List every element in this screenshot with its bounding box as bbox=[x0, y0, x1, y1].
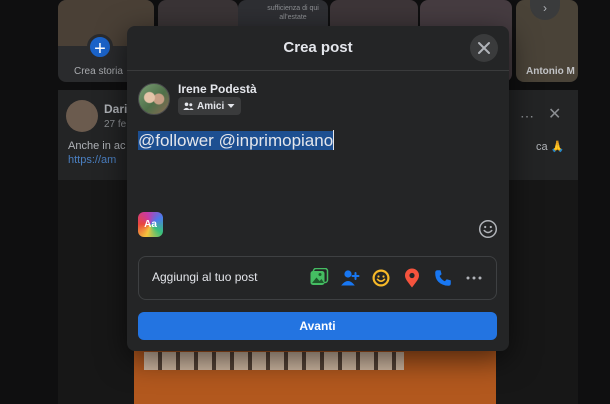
audience-selector[interactable]: Amici bbox=[178, 97, 242, 115]
tag-people-icon[interactable] bbox=[340, 267, 360, 289]
post-date[interactable]: 27 fe bbox=[104, 119, 126, 130]
photo-video-icon[interactable] bbox=[309, 267, 329, 289]
post-text: Anche in ac bbox=[68, 140, 126, 152]
create-story-label: Crea storia bbox=[74, 66, 123, 77]
chevron-right-icon[interactable]: › bbox=[530, 0, 560, 20]
close-button[interactable] bbox=[470, 34, 498, 62]
background-picker-button[interactable]: Aa bbox=[138, 212, 163, 237]
plus-icon[interactable]: + bbox=[87, 34, 113, 60]
add-to-post-icons bbox=[309, 267, 484, 289]
add-to-post-bar: Aggiungi al tuo post bbox=[138, 256, 497, 300]
text-caret bbox=[333, 130, 335, 150]
check-in-icon[interactable] bbox=[402, 267, 422, 289]
avatar[interactable] bbox=[66, 100, 98, 132]
close-icon[interactable]: ✕ bbox=[548, 104, 561, 124]
add-to-post-label: Aggiungi al tuo post bbox=[152, 270, 258, 284]
next-button-label: Avanti bbox=[299, 319, 336, 333]
story-text: sufficienza di qui all'estate bbox=[267, 5, 319, 21]
dialog-header: Crea post bbox=[127, 26, 509, 71]
close-icon bbox=[478, 42, 490, 54]
next-button[interactable]: Avanti bbox=[138, 312, 497, 340]
post-link[interactable]: https://am bbox=[68, 154, 116, 166]
caret-down-icon bbox=[227, 104, 235, 108]
emoji-icon[interactable] bbox=[478, 219, 498, 239]
dialog-title: Crea post bbox=[283, 39, 353, 56]
more-icon[interactable]: ⋯ bbox=[520, 108, 534, 125]
story-card[interactable]: › Antonio M bbox=[516, 0, 578, 82]
author-name: Irene Podestà bbox=[178, 82, 257, 96]
audience-label: Amici bbox=[197, 100, 225, 112]
media-detail bbox=[144, 352, 404, 370]
background-picker-label: Aa bbox=[144, 219, 157, 230]
friends-icon bbox=[183, 102, 194, 110]
more-icon[interactable] bbox=[464, 267, 484, 289]
post-composer[interactable]: @follower @inprimopiano bbox=[138, 130, 335, 151]
post-author[interactable]: Dari bbox=[104, 102, 127, 116]
composer-tag: @follower bbox=[138, 131, 214, 150]
post-text-end: ca 🙏 bbox=[536, 141, 565, 153]
story-label: Antonio M bbox=[526, 66, 575, 77]
create-post-dialog: Crea post Irene Podestà Amici @follower … bbox=[127, 26, 509, 351]
composer-tag: @inprimopiano bbox=[218, 131, 334, 150]
avatar bbox=[138, 83, 170, 115]
call-icon[interactable] bbox=[433, 267, 453, 289]
feeling-icon[interactable] bbox=[371, 267, 391, 289]
